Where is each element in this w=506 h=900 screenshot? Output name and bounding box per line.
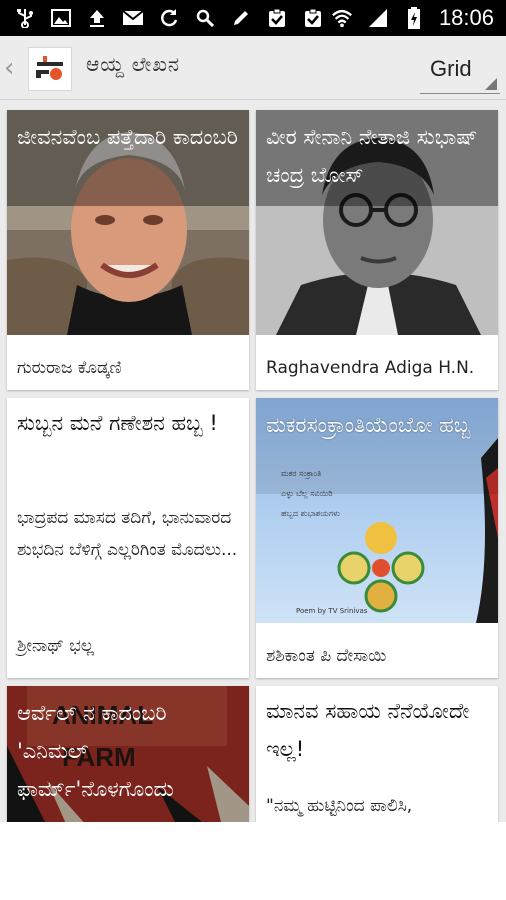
upload-icon [86, 8, 108, 28]
card-title: ಮಕರಸಂಕ್ರಾಂತಿಯೆಂಬೋ ಹಬ್ಬ [266, 413, 471, 437]
card-title: ಸುಬ್ಬನ ಮನೆ ಗಣೇಶನ ಹಬ್ಬ ! [17, 411, 218, 435]
sync-icon [158, 8, 180, 28]
article-card[interactable]: ಜೀವನವೆಂಬ ಪತ್ತೆದಾರಿ ಕಾದಂಬರಿ ಗುರುರಾಜ ಕೊಡ್ಕ… [7, 110, 249, 390]
card-title: ಆರ್ವೆಲ್ ನ ಕಾದಂಬರಿ 'ಎನಿಮಲ್ ಫಾರ್ಮ್'ನೊಳಗೊಂದ… [17, 701, 174, 801]
bottom-blank-area [0, 822, 506, 900]
article-card[interactable]: ANIMAL FARM ಆರ್ವೆಲ್ ನ ಕಾದಂಬರಿ 'ಎನಿಮಲ್ ಫಾ… [7, 686, 249, 822]
article-card[interactable]: ವೀರ ಸೇನಾನಿ ನೇತಾಜಿ ಸುಭಾಷ್ ಚಂದ್ರ ಬೋಸ್ Ragh… [256, 110, 498, 390]
clock: 18:06 [438, 5, 494, 30]
pencil-icon [230, 8, 252, 28]
notification-icons [14, 8, 324, 28]
app-logo[interactable] [28, 47, 72, 91]
clipboard-check-icon [266, 8, 288, 28]
view-mode-label: Grid [430, 56, 472, 81]
search-icon [194, 8, 216, 28]
battery-charging-icon [403, 7, 425, 29]
system-icons: 18:06 [331, 5, 494, 31]
svg-text:Poem by TV Srinivas: Poem by TV Srinivas [296, 607, 368, 615]
article-card[interactable]: ಮಾನವ ಸಹಾಯ ನೆನೆಯೋದೇ ಇಲ್ಲ! "ನಮ್ಮ ಹುಟ್ಟಿನಿಂ… [256, 686, 498, 822]
action-bar: ‹ ಆಯ್ದ ಲೇಖನ Grid [0, 36, 506, 100]
card-author: Raghavendra Adiga H.N. [266, 358, 475, 378]
clipboard-check-icon [302, 8, 324, 28]
mail-icon [122, 8, 144, 28]
article-grid: ಜೀವನವೆಂಬ ಪತ್ತೆದಾರಿ ಕಾದಂಬರಿ ಗುರುರಾಜ ಕೊಡ್ಕ… [0, 100, 506, 822]
card-author: ಶ್ರೀನಾಥ್ ಭಲ್ಲ [17, 636, 94, 656]
title-overlay: ವೀರ ಸೇನಾನಿ ನೇತಾಜಿ ಸುಭಾಷ್ ಚಂದ್ರ ಬೋಸ್ [256, 110, 498, 206]
view-mode-dropdown[interactable]: Grid [420, 50, 500, 94]
card-title: ಮಾನವ ಸಹಾಯ ನೆನೆಯೋದೇ ಇಲ್ಲ! [266, 699, 470, 761]
card-title: ಜೀವನವೆಂಬ ಪತ್ತೆದಾರಿ ಕಾದಂಬರಿ [17, 125, 238, 149]
title-overlay: ಜೀವನವೆಂಬ ಪತ್ತೆದಾರಿ ಕಾದಂಬರಿ [7, 110, 249, 206]
card-author: ಗುರುರಾಜ ಕೊಡ್ಕಣಿ [17, 358, 122, 378]
page-title: ಆಯ್ದ ಲೇಖನ [86, 52, 180, 76]
card-author: ಶಶಿಕಾಂತ ಪಿ ದೇಸಾಯಿ [266, 646, 387, 666]
article-card[interactable]: ಮಕರ ಸಂಕ್ರಾಂತಿ ಎಳ್ಳು ಬೆಲ್ಲ ಸವಿಯಿರಿ ಹಬ್ಬದ … [256, 398, 498, 678]
signal-icon [367, 8, 389, 28]
dropdown-triangle-icon [485, 78, 497, 90]
image-icon [50, 8, 72, 28]
card-excerpt: "ನಮ್ಮ ಹುಟ್ಟಿನಿಂದ ಪಾಲಿಸಿ, [266, 796, 413, 816]
card-excerpt: ಭಾದ್ರಪದ ಮಾಸದ ತದಿಗೆ, ಭಾನುವಾರದ ಶುಭದಿನ ಬೆಳಿ… [17, 508, 238, 560]
title-overlay: ಮಕರಸಂಕ್ರಾಂತಿಯೆಂಬೋ ಹಬ್ಬ [256, 398, 498, 494]
status-bar: 18:06 [0, 0, 506, 36]
svg-text:ಹಬ್ಬದ ಶುಭಾಶಯಗಳು: ಹಬ್ಬದ ಶುಭಾಶಯಗಳು [281, 509, 340, 518]
wifi-icon [331, 8, 353, 28]
title-overlay: ಆರ್ವೆಲ್ ನ ಕಾದಂಬರಿ 'ಎನಿಮಲ್ ಫಾರ್ಮ್'ನೊಳಗೊಂದ… [7, 686, 249, 822]
back-chevron-icon[interactable]: ‹ [4, 53, 14, 83]
usb-icon [14, 8, 36, 28]
card-title: ವೀರ ಸೇನಾನಿ ನೇತಾಜಿ ಸುಭಾಷ್ ಚಂದ್ರ ಬೋಸ್ [266, 125, 478, 187]
article-card[interactable]: ಸುಬ್ಬನ ಮನೆ ಗಣೇಶನ ಹಬ್ಬ ! ಭಾದ್ರಪದ ಮಾಸದ ತದಿ… [7, 398, 249, 678]
